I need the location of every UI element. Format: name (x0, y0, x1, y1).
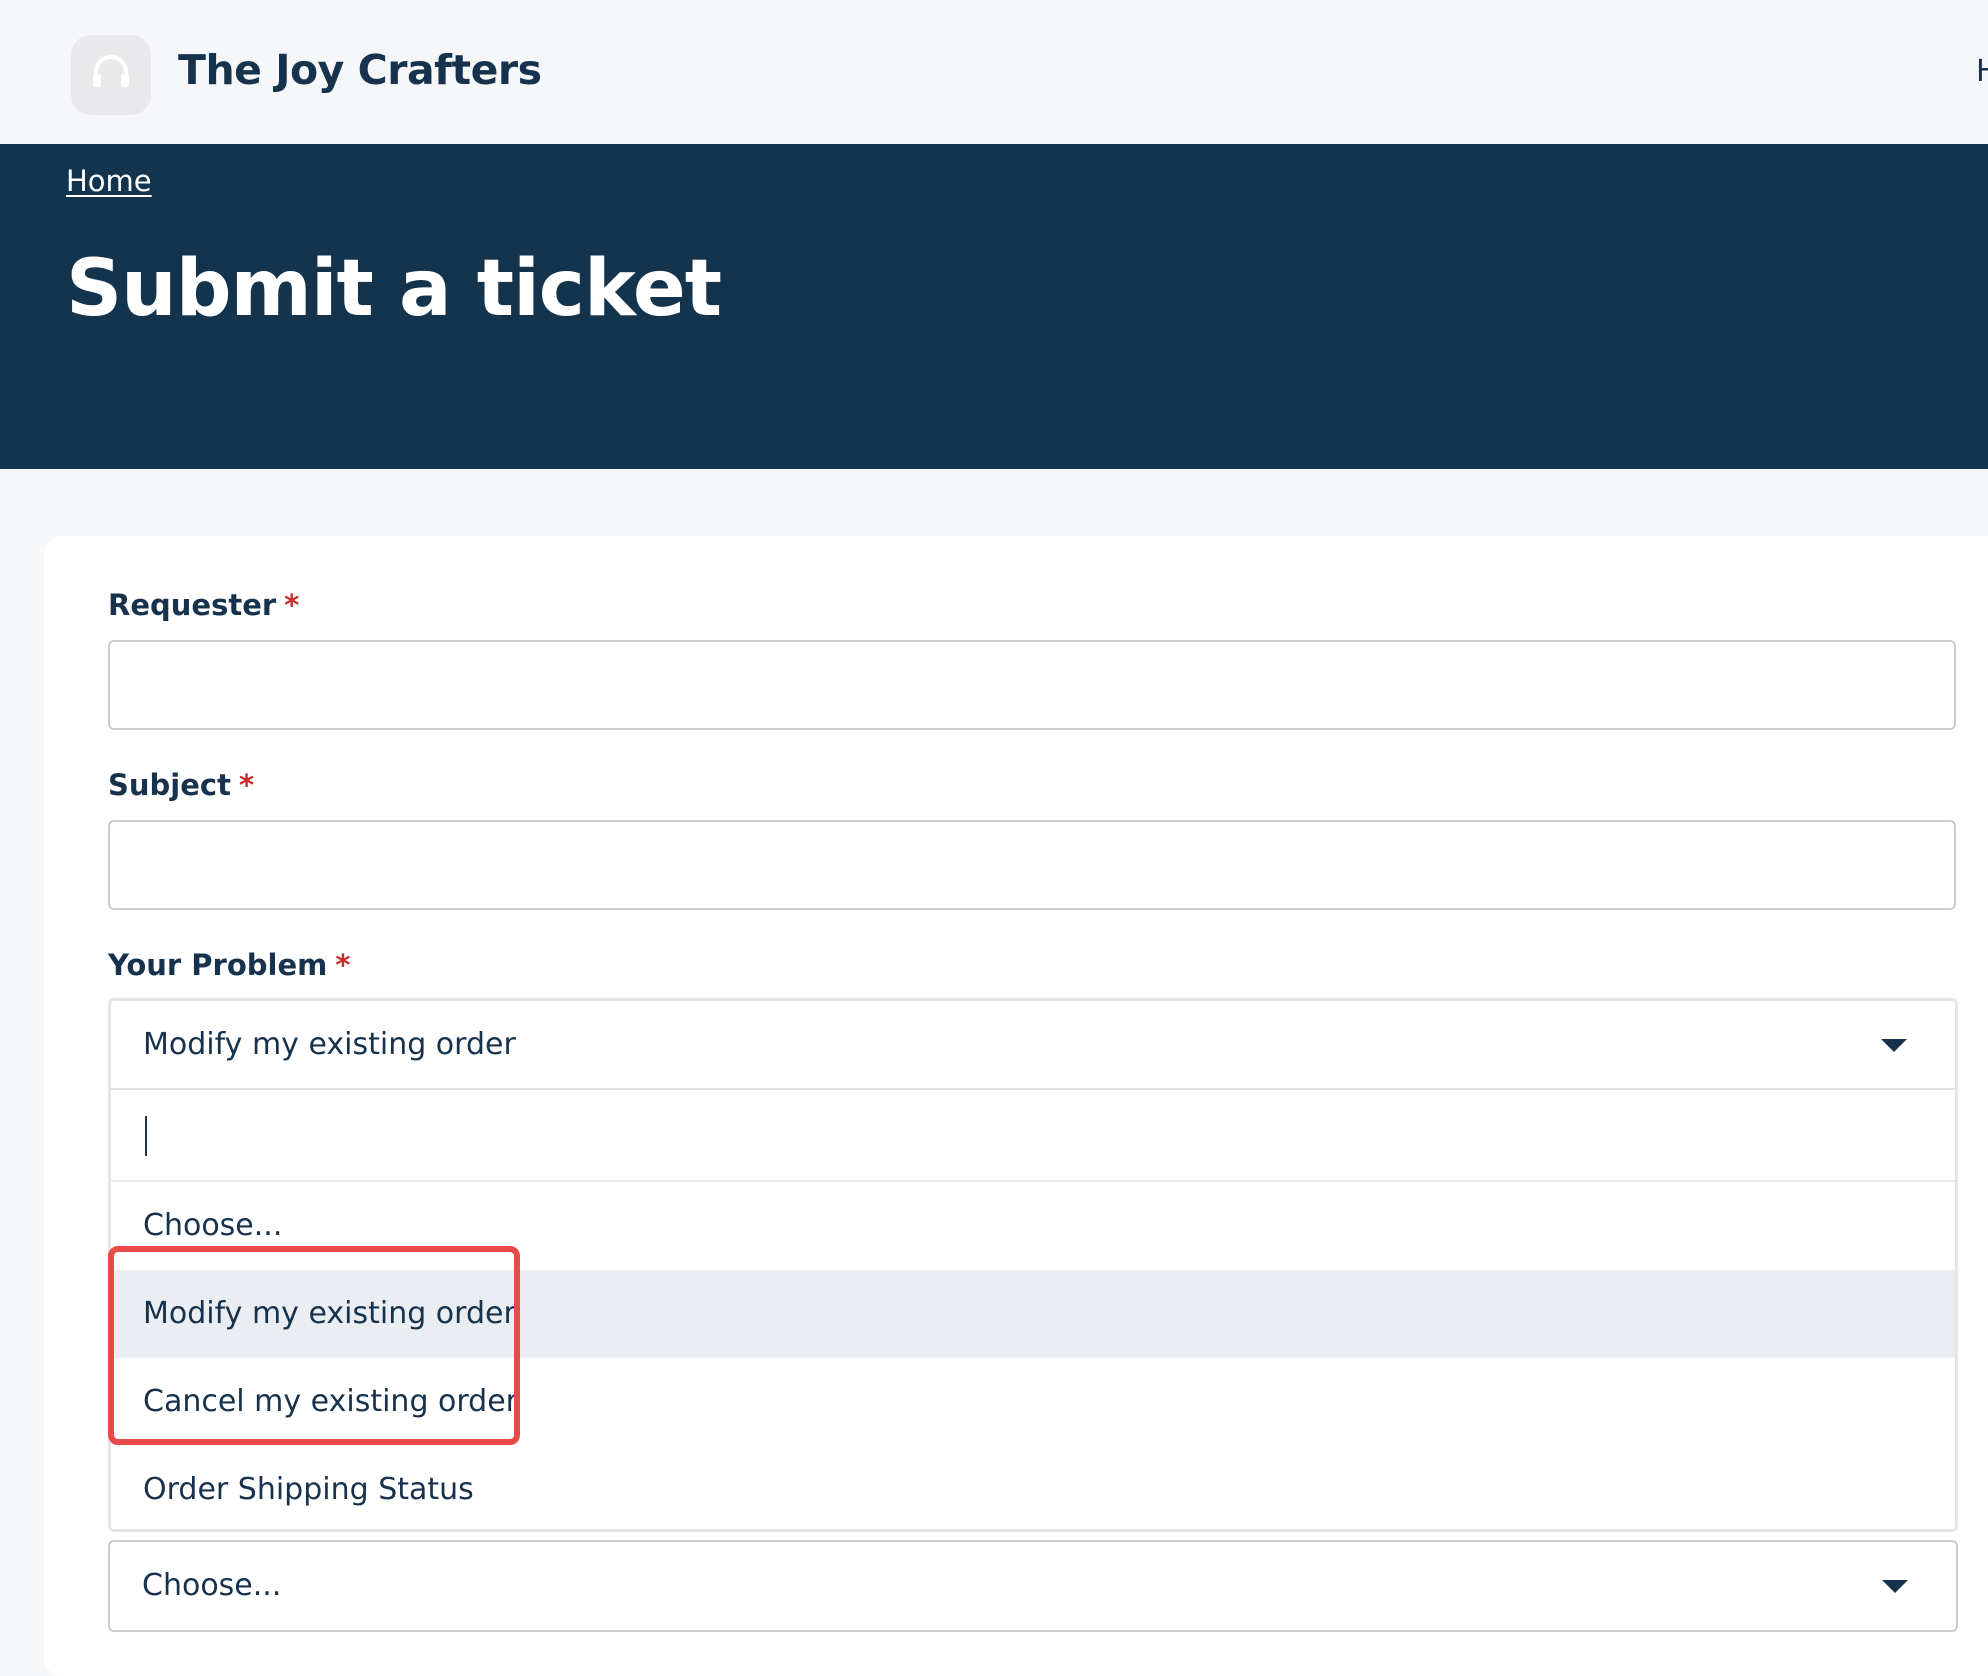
breadcrumb-home-link[interactable]: Home (66, 164, 152, 198)
problem-label: Your Problem * (108, 948, 351, 982)
option-modify-order[interactable]: Modify my existing order (111, 1270, 1955, 1358)
headset-icon (86, 48, 136, 102)
hero-banner: Home Submit a ticket (0, 144, 1988, 469)
nav-item-partial[interactable]: H (1976, 54, 1988, 89)
option-choose[interactable]: Choose... (111, 1182, 1955, 1270)
secondary-select-value: Choose... (142, 1568, 282, 1603)
problem-dropdown-menu: Choose... Modify my existing order Cance… (108, 1090, 1958, 1532)
brand-logo[interactable] (71, 35, 151, 115)
problem-select-value: Modify my existing order (143, 1027, 516, 1062)
caret-down-icon (1881, 1039, 1907, 1052)
caret-down-icon (1882, 1580, 1908, 1593)
subject-input[interactable] (108, 820, 1956, 910)
top-header: The Joy Crafters H (0, 0, 1988, 144)
subject-label: Subject * (108, 768, 255, 802)
requester-input[interactable] (108, 640, 1956, 730)
option-shipping-status[interactable]: Order Shipping Status (111, 1446, 1955, 1534)
option-cancel-order[interactable]: Cancel my existing order (111, 1358, 1955, 1446)
problem-select[interactable]: Modify my existing order (108, 998, 1958, 1090)
dropdown-search-input[interactable] (141, 1112, 1845, 1160)
secondary-select[interactable]: Choose... (108, 1540, 1958, 1632)
text-cursor (145, 1116, 147, 1156)
required-mark: * (238, 768, 255, 802)
dropdown-search-row (111, 1090, 1955, 1182)
brand-name[interactable]: The Joy Crafters (178, 46, 542, 94)
required-mark: * (284, 588, 300, 622)
required-mark: * (335, 948, 351, 982)
page-title: Submit a ticket (66, 244, 722, 334)
requester-label: Requester * (108, 588, 300, 622)
